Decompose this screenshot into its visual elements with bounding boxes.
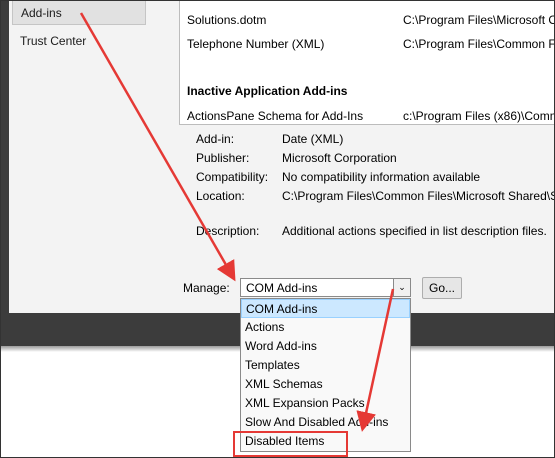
compatibility-label: Compatibility:	[196, 170, 269, 184]
dropdown-option-slow-and-disabled-add-ins[interactable]: Slow And Disabled Add-ins	[241, 413, 410, 432]
options-nav: Add-ins Trust Center	[9, 1, 150, 313]
addin-value: Date (XML)	[282, 132, 344, 146]
addin-label: Add-in:	[196, 132, 235, 146]
dropdown-option-com-add-ins[interactable]: COM Add-ins	[241, 299, 410, 318]
location-value: C:\Program Files\Common Files\Microsoft …	[282, 189, 555, 203]
manage-select-value: COM Add-ins	[246, 281, 318, 295]
dropdown-option-actions[interactable]: Actions	[241, 318, 410, 337]
disabled-items-callout-box	[233, 431, 348, 457]
dropdown-option-xml-expansion-packs[interactable]: XML Expansion Packs	[241, 394, 410, 413]
list-item[interactable]: Solutions.dotm C:\Program Files\Microsoft…	[187, 13, 554, 27]
manage-label: Manage:	[183, 281, 230, 295]
list-item[interactable]: ActionsPane Schema for Add-Ins c:\Program…	[187, 109, 554, 123]
word-options-dialog: Add-ins Trust Center Solutions.dotm C:\Pr…	[1, 1, 555, 346]
add-ins-list[interactable]: Solutions.dotm C:\Program Files\Microsoft…	[179, 1, 554, 125]
dropdown-option-xml-schemas[interactable]: XML Schemas	[241, 375, 410, 394]
location-label: Location:	[196, 189, 245, 203]
manage-dropdown-list[interactable]: COM Add-ins Actions Word Add-ins Templat…	[240, 298, 411, 452]
chevron-down-icon[interactable]: ⌄	[393, 279, 410, 296]
description-label: Description:	[196, 224, 260, 238]
go-button[interactable]: Go...	[422, 277, 462, 299]
inactive-section-header: Inactive Application Add-ins	[187, 84, 348, 98]
manage-select[interactable]: COM Add-ins ⌄	[240, 278, 411, 297]
description-value: Additional actions specified in list des…	[282, 224, 547, 238]
screenshot-frame: Add-ins Trust Center Solutions.dotm C:\Pr…	[0, 0, 555, 458]
publisher-label: Publisher:	[196, 151, 250, 165]
nav-item-trust-center[interactable]: Trust Center	[9, 29, 149, 53]
dropdown-option-templates[interactable]: Templates	[241, 356, 410, 375]
publisher-value: Microsoft Corporation	[282, 151, 397, 165]
nav-item-add-ins[interactable]: Add-ins	[12, 1, 146, 25]
list-item[interactable]: Telephone Number (XML) C:\Program Files\C…	[187, 37, 554, 51]
dropdown-option-word-add-ins[interactable]: Word Add-ins	[241, 337, 410, 356]
compatibility-value: No compatibility information available	[282, 170, 481, 184]
